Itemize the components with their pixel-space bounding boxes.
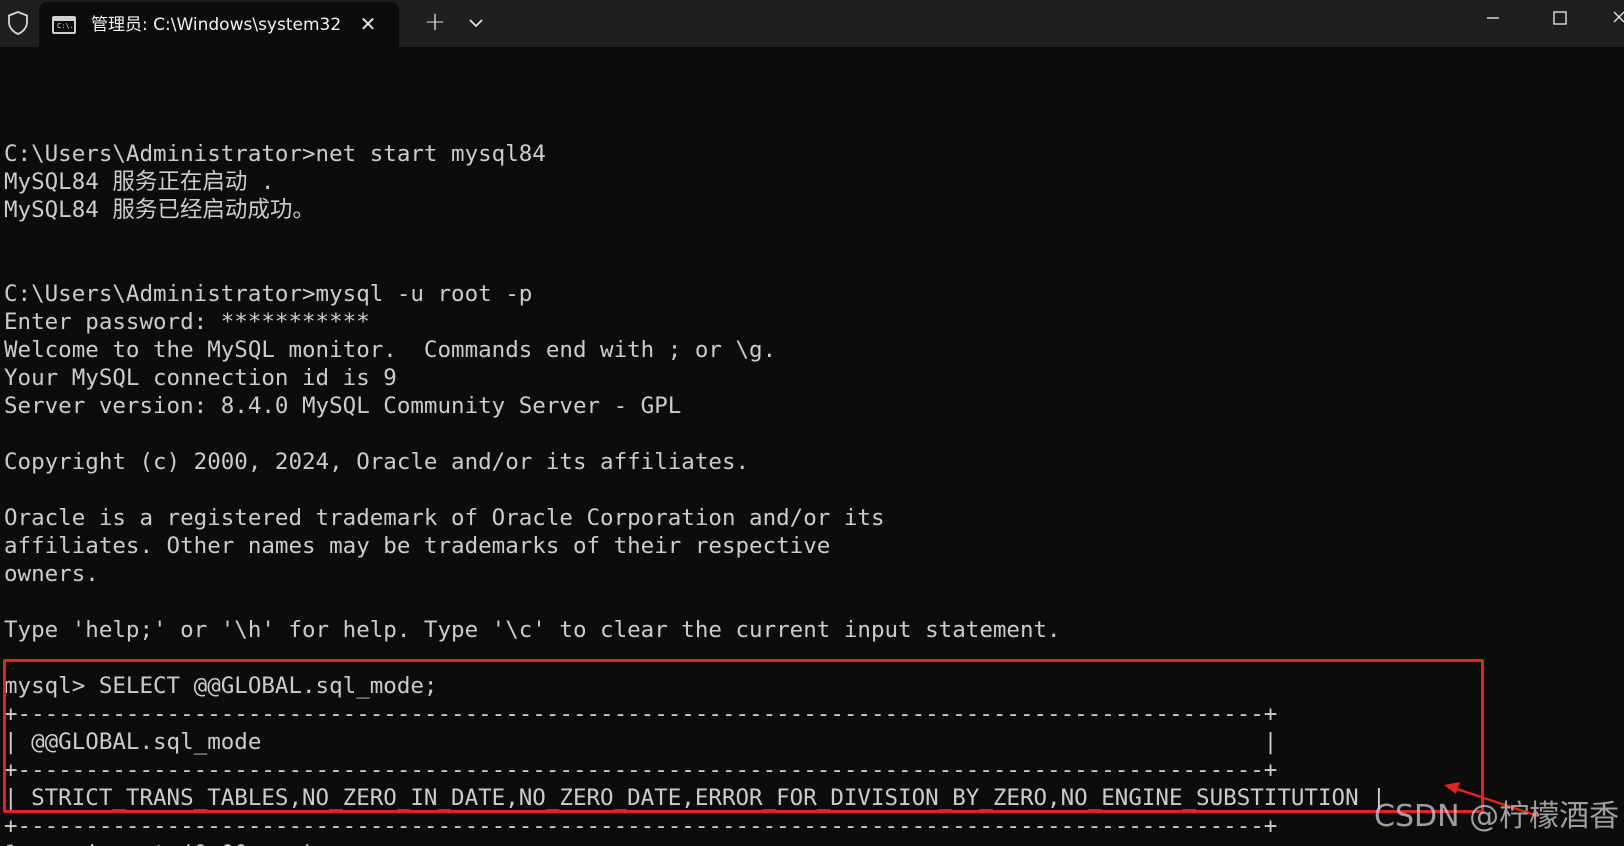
terminal-line: Copyright (c) 2000, 2024, Oracle and/or …	[4, 449, 750, 475]
watermark: CSDN @柠檬酒香	[1374, 799, 1620, 834]
terminal-line: affiliates. Other names may be trademark…	[4, 533, 831, 559]
close-icon[interactable]	[1594, 0, 1624, 40]
terminal-line: Enter password: ***********	[4, 309, 370, 335]
terminal-icon: C:\.	[52, 16, 76, 34]
terminal-line: owners.	[4, 561, 99, 587]
terminal-line: Type 'help;' or '\h' for help. Type '\c'…	[4, 617, 1061, 643]
terminal-line: +---------------------------------------…	[4, 813, 1278, 839]
new-tab-button[interactable]: +	[420, 8, 450, 38]
terminal-icon-glyph: C:\.	[57, 22, 74, 30]
maximize-icon[interactable]	[1528, 0, 1594, 40]
terminal-line: Oracle is a registered trademark of Orac…	[4, 505, 885, 531]
terminal-line: C:\Users\Administrator>mysql -u root -p	[4, 281, 533, 307]
terminal-line: +---------------------------------------…	[4, 757, 1278, 783]
close-tab-button[interactable]: ✕	[355, 11, 381, 37]
terminal-line: C:\Users\Administrator>net start mysql84	[4, 141, 546, 167]
minimize-icon[interactable]	[1460, 0, 1526, 40]
terminal-line: Server version: 8.4.0 MySQL Community Se…	[4, 393, 682, 419]
tab-admin-cmd[interactable]: C:\. 管理员: C:\Windows\system32 ✕	[39, 2, 399, 47]
terminal-line: 1 row in set (0.00 sec)	[4, 840, 1386, 846]
tab-title: 管理员: C:\Windows\system32	[91, 15, 342, 35]
terminal-line: Welcome to the MySQL monitor. Commands e…	[4, 337, 777, 363]
terminal-line: MySQL84 服务已经启动成功。	[4, 197, 315, 223]
terminal-line: mysql> SELECT @@GLOBAL.sql_mode;	[4, 673, 438, 699]
shield-icon	[8, 11, 28, 35]
terminal-line: MySQL84 服务正在启动 .	[4, 169, 275, 195]
terminal-lines: C:\Users\Administrator>net start mysql84…	[4, 112, 1386, 846]
terminal-line: | @@GLOBAL.sql_mode |	[4, 729, 1278, 755]
terminal-line: | STRICT_TRANS_TABLES,NO_ZERO_IN_DATE,NO…	[4, 785, 1386, 811]
terminal-line: Your MySQL connection id is 9	[4, 365, 397, 391]
terminal-line: +---------------------------------------…	[4, 701, 1278, 727]
terminal-output-area[interactable]: C:\Users\Administrator>net start mysql84…	[0, 47, 1624, 846]
chevron-down-icon[interactable]	[462, 8, 490, 38]
title-bar: C:\. 管理员: C:\Windows\system32 ✕ +	[0, 0, 1624, 47]
